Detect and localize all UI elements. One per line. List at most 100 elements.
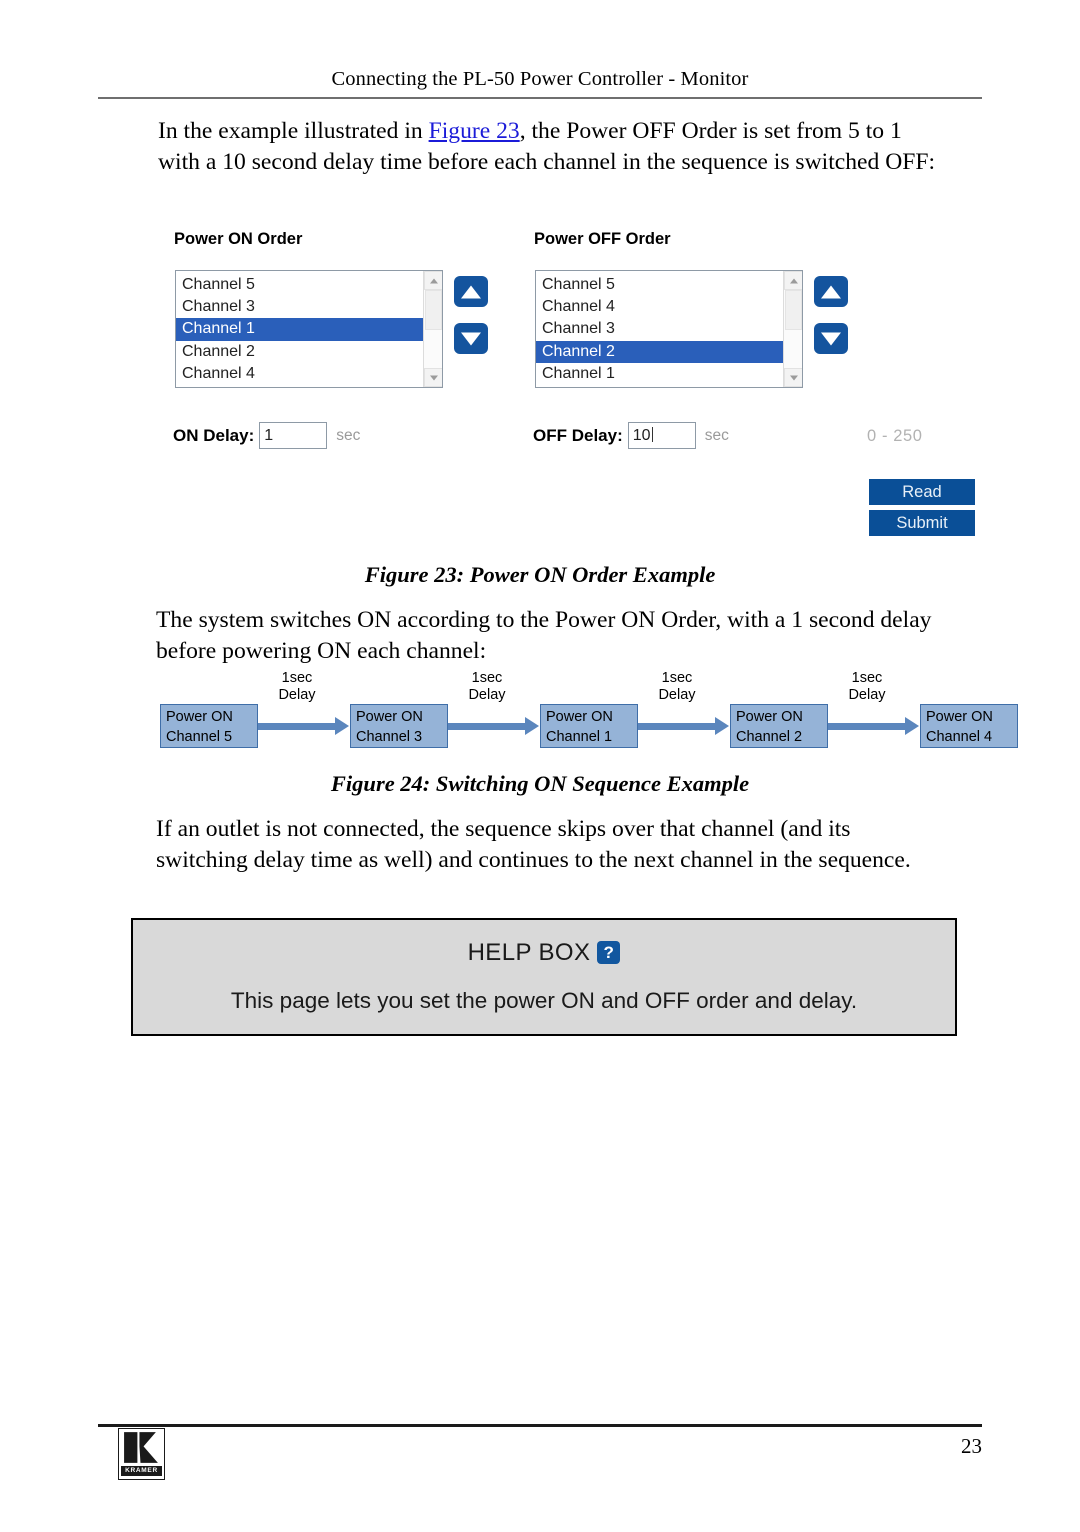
list-item[interactable]: Channel 5 xyxy=(536,274,783,296)
power-on-move-down-button[interactable] xyxy=(454,323,488,354)
scroll-up-button[interactable] xyxy=(784,271,802,290)
sequence-node-line2: Channel 3 xyxy=(356,729,423,745)
help-box-title: HELP BOX? xyxy=(133,939,955,967)
sequence-node-line1: Power ON xyxy=(736,709,803,725)
paragraph-skip-note: If an outlet is not connected, the seque… xyxy=(156,816,911,873)
text-caret xyxy=(651,427,653,442)
list-item[interactable]: Channel 1 xyxy=(176,318,423,341)
paragraph-switch-on: The system switches ON according to the … xyxy=(156,607,932,664)
sequence-arrow xyxy=(828,717,919,735)
off-delay-row: OFF Delay: 10 sec xyxy=(533,422,729,449)
sequence-node-line2: Channel 4 xyxy=(926,729,993,745)
kramer-logo: KRAMER xyxy=(118,1428,165,1480)
list-item[interactable]: Channel 4 xyxy=(176,363,423,385)
triangle-up-icon xyxy=(821,285,841,298)
triangle-up-icon xyxy=(461,285,481,298)
sequence-delay-line1: 1sec xyxy=(661,670,693,686)
scrollbar-track[interactable] xyxy=(424,290,442,368)
header-divider xyxy=(98,96,982,99)
sequence-arrow xyxy=(258,717,349,735)
sequence-node: Power ON Channel 5 xyxy=(160,704,258,748)
kramer-logo-inner: KRAMER xyxy=(121,1431,162,1477)
page-number: 23 xyxy=(961,1434,982,1458)
figure-23-screenshot: Power ON Order Power OFF Order Channel 5… xyxy=(160,222,992,542)
scroll-up-button[interactable] xyxy=(424,271,442,290)
chevron-down-icon xyxy=(429,375,438,380)
on-delay-value: 1 xyxy=(264,427,274,444)
paragraph-intro: In the example illustrated in Figure 23,… xyxy=(158,116,948,177)
list-item[interactable]: Channel 2 xyxy=(176,341,423,363)
power-on-move-up-button[interactable] xyxy=(454,276,488,307)
off-delay-label: OFF Delay: xyxy=(533,425,623,445)
kramer-logo-wordmark: KRAMER xyxy=(121,1466,162,1476)
sequence-node-line2: Channel 1 xyxy=(546,729,613,745)
power-off-list-scrollbar[interactable] xyxy=(783,271,802,387)
submit-button[interactable]: Submit xyxy=(869,510,975,536)
sequence-delay-label: 1sec Delay xyxy=(822,670,912,704)
footer-divider xyxy=(98,1424,982,1427)
list-item[interactable]: Channel 3 xyxy=(176,296,423,318)
sequence-delay-line1: 1sec xyxy=(471,670,503,686)
chevron-down-icon xyxy=(789,375,798,380)
triangle-down-icon xyxy=(461,332,481,345)
power-off-order-listbox[interactable]: Channel 5 Channel 4 Channel 3 Channel 2 … xyxy=(535,270,803,388)
on-delay-input[interactable]: 1 xyxy=(259,422,328,449)
chevron-up-icon xyxy=(789,278,798,283)
sequence-node-line2: Channel 5 xyxy=(166,729,233,745)
off-delay-input[interactable]: 10 xyxy=(627,422,696,449)
power-off-order-label: Power OFF Order xyxy=(534,230,671,248)
power-off-move-down-button[interactable] xyxy=(814,323,848,354)
sequence-delay-label: 1sec Delay xyxy=(252,670,342,704)
power-on-order-list: Channel 5 Channel 3 Channel 1 Channel 2 … xyxy=(176,271,423,387)
scrollbar-track[interactable] xyxy=(784,290,802,368)
power-on-order-listbox[interactable]: Channel 5 Channel 3 Channel 1 Channel 2 … xyxy=(175,270,443,388)
sequence-delay-label: 1sec Delay xyxy=(442,670,532,704)
sequence-node-line2: Channel 2 xyxy=(736,729,803,745)
sequence-node: Power ON Channel 4 xyxy=(920,704,1018,748)
help-box-text: This page lets you set the power ON and … xyxy=(230,988,858,1013)
sequence-delay-line2: Delay xyxy=(278,687,316,703)
triangle-down-icon xyxy=(821,332,841,345)
scroll-down-button[interactable] xyxy=(424,368,442,387)
sequence-arrow xyxy=(638,717,729,735)
scrollbar-thumb[interactable] xyxy=(785,290,802,330)
scrollbar-thumb[interactable] xyxy=(425,290,442,330)
delay-range-hint: 0 - 250 xyxy=(867,427,923,445)
document-page: Connecting the PL-50 Power Controller - … xyxy=(0,0,1080,1532)
list-item[interactable]: Channel 5 xyxy=(176,274,423,296)
read-button[interactable]: Read xyxy=(869,479,975,505)
sequence-node: Power ON Channel 1 xyxy=(540,704,638,748)
list-item[interactable]: Channel 2 xyxy=(536,340,783,363)
list-item[interactable]: Channel 4 xyxy=(536,296,783,318)
sequence-delay-line2: Delay xyxy=(468,687,506,703)
figure-23-caption: Figure 23: Power ON Order Example xyxy=(364,562,716,587)
sequence-node-line1: Power ON xyxy=(926,709,993,725)
sequence-arrow xyxy=(448,717,539,735)
header-title: Connecting the PL-50 Power Controller - … xyxy=(331,68,749,90)
running-header: Connecting the PL-50 Power Controller - … xyxy=(98,68,982,99)
sequence-node: Power ON Channel 2 xyxy=(730,704,828,748)
paragraph-intro-text-before: In the example illustrated in xyxy=(158,118,429,144)
on-delay-label: ON Delay: xyxy=(173,425,255,445)
sequence-node: Power ON Channel 3 xyxy=(350,704,448,748)
sequence-delay-line2: Delay xyxy=(658,687,696,703)
chevron-up-icon xyxy=(429,278,438,283)
question-mark-icon[interactable]: ? xyxy=(597,941,621,964)
power-on-order-label: Power ON Order xyxy=(174,230,303,248)
figure-24-caption: Figure 24: Switching ON Sequence Example xyxy=(330,771,750,796)
figure-24-sequence-diagram: Power ON Channel 5 Power ON Channel 3 Po… xyxy=(160,670,1020,762)
kramer-k-icon xyxy=(124,1432,158,1463)
sequence-delay-line2: Delay xyxy=(848,687,886,703)
figure-23-link[interactable]: Figure 23 xyxy=(429,118,520,144)
sequence-delay-line1: 1sec xyxy=(281,670,313,686)
sequence-node-line1: Power ON xyxy=(356,709,423,725)
list-item[interactable]: Channel 1 xyxy=(536,363,783,385)
scroll-down-button[interactable] xyxy=(784,368,802,387)
on-delay-row: ON Delay: 1 sec xyxy=(173,422,360,449)
power-on-list-scrollbar[interactable] xyxy=(423,271,442,387)
sequence-delay-label: 1sec Delay xyxy=(632,670,722,704)
power-off-move-up-button[interactable] xyxy=(814,276,848,307)
sequence-node-line1: Power ON xyxy=(546,709,613,725)
list-item[interactable]: Channel 3 xyxy=(536,318,783,340)
help-box: HELP BOX? This page lets you set the pow… xyxy=(131,918,957,1036)
